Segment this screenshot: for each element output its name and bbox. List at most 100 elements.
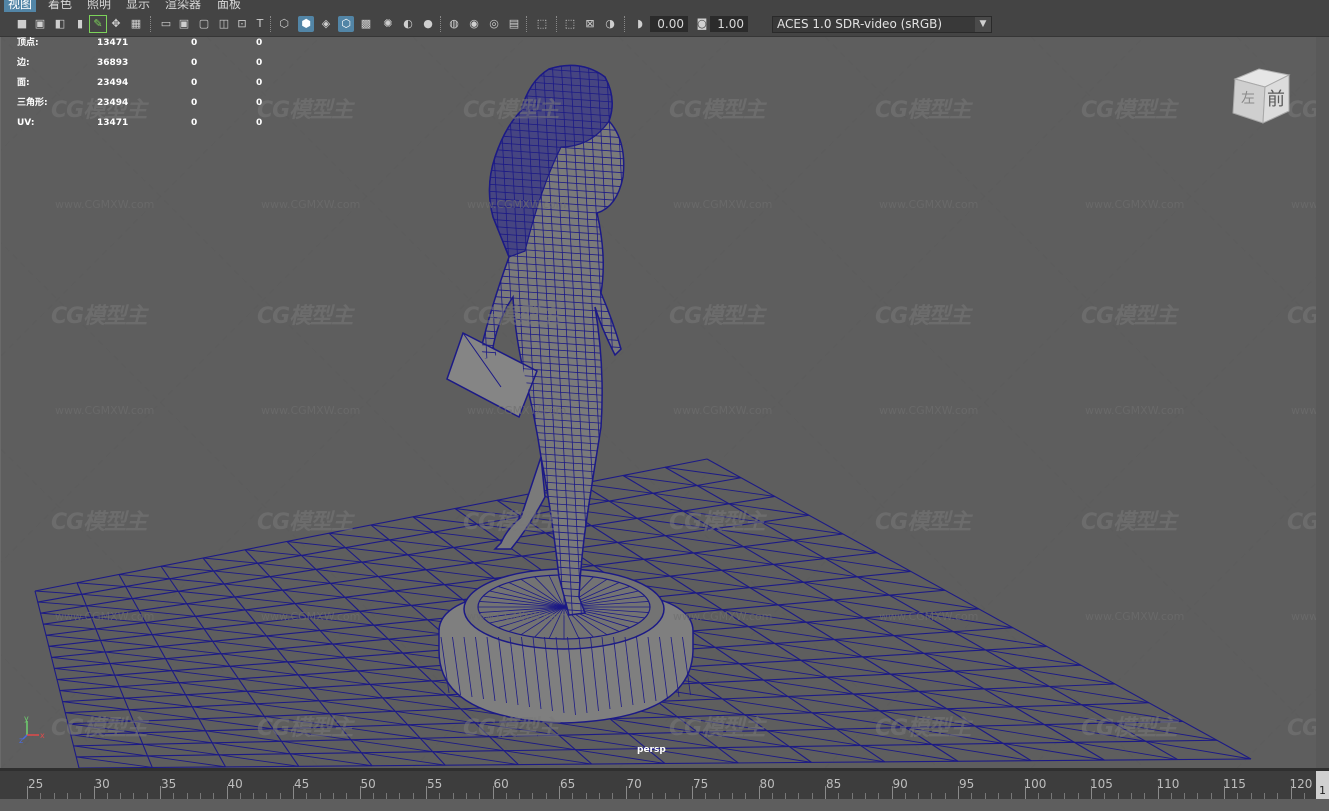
gamma-icon[interactable]: ◗ (632, 16, 648, 32)
time-slider[interactable]: 25 30 35 40 45 50 55 60 65 70 75 80 85 90 95 100 105 110 1… (0, 768, 1329, 799)
use-lights-icon[interactable]: ✺ (380, 16, 396, 32)
exposure-icon[interactable]: ◑ (602, 16, 618, 32)
color-management-icon[interactable]: ◙ (694, 16, 710, 32)
image-plane-icon[interactable]: ▮ (72, 16, 88, 32)
grid-diagonal (622, 475, 698, 486)
shadows-icon[interactable]: ◐ (400, 16, 416, 32)
helper-diagonal (1236, 37, 1317, 118)
watermark-url: www.CGMXW.com (1085, 198, 1185, 211)
viewcube-left-face[interactable]: 左 (1241, 91, 1255, 107)
xray-joints-icon[interactable]: ⬚ (562, 16, 578, 32)
backface-culling-icon[interactable]: ⊠ (582, 16, 598, 32)
grid-diagonal (81, 593, 133, 599)
menu-item-5[interactable]: 面板 (213, 0, 245, 12)
bookmark-camera-icon[interactable]: ◧ (52, 16, 68, 32)
textured-icon[interactable]: ▩ (358, 16, 374, 32)
grid-diagonal (825, 558, 912, 572)
isolate-select-icon[interactable]: ▤ (506, 16, 522, 32)
timeline-tick-label: 30 (94, 777, 110, 791)
shaded-wireframe-icon[interactable]: ◈ (318, 16, 334, 32)
camera-attributes-icon[interactable]: ▣ (32, 16, 48, 32)
film-gate-icon[interactable]: ▭ (158, 16, 174, 32)
toolbar-separator (624, 16, 627, 32)
timeline-minor-tick (904, 793, 906, 799)
timeline-minor-tick (718, 793, 720, 799)
grid-diagonal (51, 656, 110, 664)
timeline-minor-tick (106, 793, 108, 799)
y-axis-label: y (24, 714, 29, 723)
grid-diagonal (165, 658, 230, 667)
anti-alias-icon[interactable]: ◉ (466, 16, 482, 32)
grid-diagonal (834, 639, 925, 654)
wireframe-on-shaded-icon[interactable]: ⬡ (338, 16, 354, 32)
timeline-minor-tick (253, 793, 255, 799)
grid-toggle-icon[interactable]: ▦ (128, 16, 144, 32)
viewcube[interactable]: 左 前 (1229, 65, 1293, 129)
grid-diagonal (152, 634, 213, 642)
viewcube-front-face[interactable]: 前 (1267, 89, 1285, 110)
watermark-url: www.CGMXW.com (55, 198, 155, 211)
resolution-gate-icon[interactable]: ▣ (176, 16, 192, 32)
menu-item-0[interactable]: 视图 (4, 0, 37, 12)
timeline-minor-tick (186, 793, 188, 799)
smooth-shade-icon[interactable]: ⬢ (298, 16, 314, 32)
timeline-minor-tick (332, 793, 334, 799)
safe-title-icon[interactable]: T (252, 16, 268, 32)
timeline-minor-tick (918, 793, 920, 799)
timeline-major-tick (93, 786, 95, 799)
timeline-minor-tick (266, 793, 268, 799)
field-chart-icon[interactable]: ◫ (216, 16, 232, 32)
chevron-down-icon[interactable]: ▼ (975, 17, 991, 32)
timeline-minor-tick (997, 793, 999, 799)
motion-blur-icon[interactable]: ◍ (446, 16, 462, 32)
2d-pan-zoom-icon[interactable]: ✥ (108, 16, 124, 32)
timeline-minor-tick (638, 793, 640, 799)
perspective-viewport[interactable]: CG模型主 www.CGMXW.com CG模型主 www.CGMXW.com CG模型… (0, 37, 1317, 768)
menu-item-3[interactable]: 显示 (122, 0, 154, 12)
timeline-tick-label: 40 (227, 777, 243, 791)
toolbar-empty-area (1012, 12, 1329, 36)
grid-diagonal (100, 640, 159, 648)
grid-diagonal (717, 747, 812, 763)
grid-diagonal (114, 674, 179, 684)
timeline-major-tick (492, 786, 494, 799)
z-axis-line (22, 734, 28, 740)
menu-item-4[interactable]: 渲染器 (161, 0, 205, 12)
grid-diagonal (890, 673, 985, 690)
grid-diagonal (696, 592, 779, 606)
watermark-logo: CG模型主 (1081, 716, 1177, 741)
timeline-minor-tick (705, 793, 707, 799)
timeline-tick-label: 60 (493, 777, 509, 791)
grid-diagonal (370, 683, 447, 696)
timeline-minor-tick (572, 793, 574, 799)
gamma-field[interactable]: 1.00 (710, 16, 748, 32)
safe-action-icon[interactable]: ⊡ (234, 16, 250, 32)
grease-pencil-icon[interactable]: ✎ (89, 15, 107, 33)
depth-of-field-icon[interactable]: ◎ (486, 16, 502, 32)
watermark-logo: CG模型主 (257, 510, 353, 535)
watermark-url: www.CGMXW.com (673, 610, 773, 623)
menu-item-1[interactable]: 着色 (44, 0, 76, 12)
timeline-minor-tick (598, 793, 600, 799)
grid-diagonal (315, 568, 379, 577)
watermark-url: www.CGMXW.com (879, 198, 979, 211)
exposure-field[interactable]: 0.00 (650, 16, 688, 32)
grid-diagonal (359, 610, 428, 621)
wireframe-icon[interactable]: ⬡ (276, 16, 292, 32)
current-frame-indicator[interactable]: 1 (1316, 771, 1329, 799)
grid-diagonal (276, 648, 346, 658)
screen-space-ao-icon[interactable]: ● (420, 16, 436, 32)
grid-diagonal (238, 678, 309, 689)
menu-item-2[interactable]: 照明 (83, 0, 115, 12)
toolbar-separator (150, 16, 153, 32)
color-space-dropdown[interactable]: ACES 1.0 SDR-video (sRGB) ▼ (772, 16, 992, 33)
gate-mask-icon[interactable]: ▢ (196, 16, 212, 32)
xray-icon[interactable]: ⬚ (534, 16, 550, 32)
grid-diagonal (361, 561, 427, 571)
grid-diagonal (37, 601, 87, 607)
grid-diagonal (893, 635, 986, 651)
camera-select-icon[interactable]: ■ (14, 16, 30, 32)
grid-diagonal (212, 640, 277, 650)
hud-row-selected: 0 (191, 38, 198, 48)
toolbar-separator (440, 16, 443, 32)
